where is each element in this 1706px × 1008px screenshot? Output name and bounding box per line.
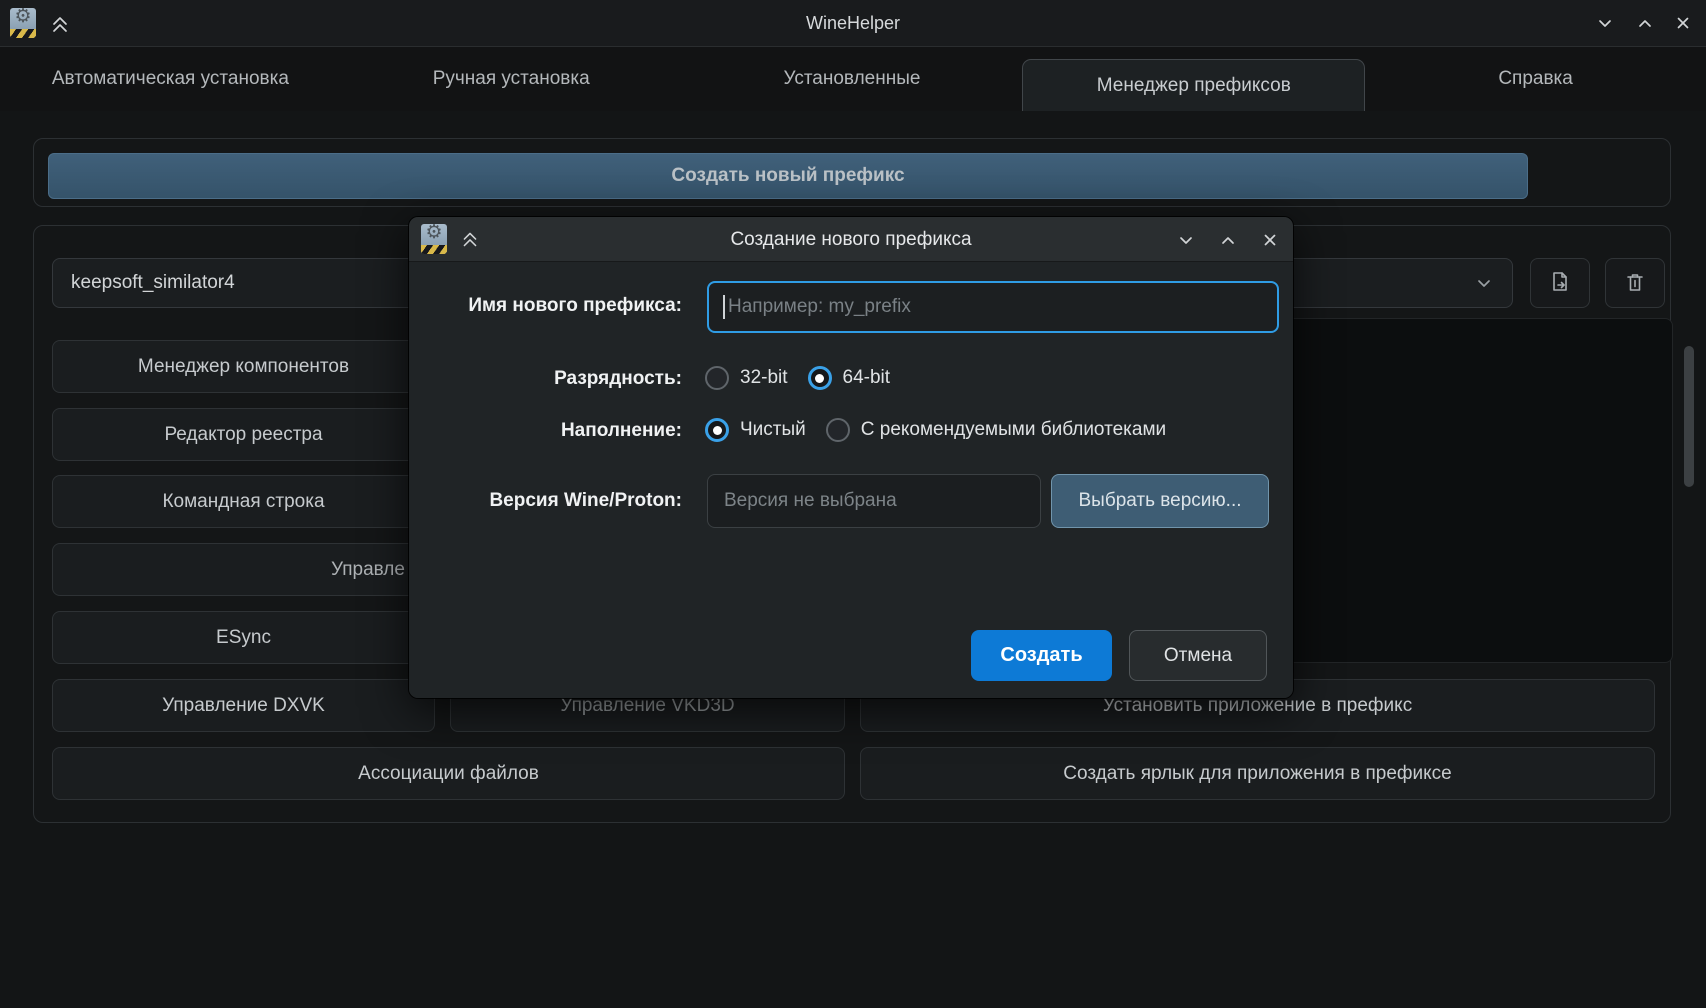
dialog-title: Создание нового префикса — [409, 217, 1293, 262]
chevron-up-icon — [1214, 226, 1242, 254]
bitness-options: 32-bit 64-bit — [705, 366, 890, 390]
prefix-name-input[interactable]: Например: my_prefix — [707, 281, 1279, 333]
window-title: WineHelper — [0, 0, 1706, 47]
dxvk-button[interactable]: Управление DXVK — [52, 679, 435, 732]
close-icon — [1256, 226, 1284, 254]
create-shortcut-button[interactable]: Создать ярлык для приложения в префиксе — [860, 747, 1655, 800]
fill-options: Чистый С рекомендуемыми библиотеками — [705, 418, 1166, 442]
radio-label: 64-bit — [843, 367, 891, 389]
radio-label: С рекомендуемыми библиотеками — [861, 419, 1166, 441]
radio-recommended-libs[interactable]: С рекомендуемыми библиотеками — [826, 418, 1166, 442]
tab-installed[interactable]: Установленные — [682, 47, 1023, 111]
fill-label: Наполнение: — [409, 420, 682, 442]
dialog-cancel-button[interactable]: Отмена — [1129, 630, 1267, 681]
close-icon — [1669, 9, 1697, 37]
radio-64bit[interactable]: 64-bit — [808, 366, 891, 390]
file-associations-button[interactable]: Ассоциации файлов — [52, 747, 845, 800]
create-new-prefix-button[interactable]: Создать новый префикс — [48, 153, 1528, 199]
tab-bar: Автоматическая установка Ручная установк… — [0, 47, 1706, 111]
radio-label: 32-bit — [740, 367, 788, 389]
chevron-down-icon — [1172, 226, 1200, 254]
dialog-close-button[interactable] — [1256, 226, 1284, 254]
close-button[interactable] — [1669, 9, 1697, 37]
text-caret — [723, 295, 725, 319]
chevron-down-icon — [1472, 271, 1496, 295]
vertical-scrollbar-thumb[interactable] — [1684, 346, 1694, 487]
export-prefix-button[interactable] — [1530, 258, 1590, 308]
trash-icon — [1620, 268, 1650, 298]
dialog-body: Имя нового префикса: Например: my_prefix… — [409, 262, 1293, 698]
registry-editor-button[interactable]: Редактор реестра — [52, 408, 435, 461]
radio-icon — [705, 418, 729, 442]
esync-button[interactable]: ESync — [52, 611, 435, 664]
tab-help[interactable]: Справка — [1365, 47, 1706, 111]
tab-prefix-manager[interactable]: Менеджер префиксов — [1022, 59, 1365, 111]
window-titlebar: ⚙ WineHelper — [0, 0, 1706, 47]
bitness-label: Разрядность: — [409, 368, 682, 390]
radio-icon — [705, 366, 729, 390]
prefix-name-placeholder: Например: my_prefix — [728, 296, 911, 318]
chevron-down-icon — [1591, 9, 1619, 37]
chevron-up-icon — [1631, 9, 1659, 37]
component-manager-button[interactable]: Менеджер компонентов — [52, 340, 435, 393]
file-export-icon — [1545, 268, 1575, 298]
dialog-maximize-button[interactable] — [1214, 226, 1242, 254]
wine-version-label: Версия Wine/Proton: — [409, 490, 682, 512]
dialog-titlebar: ⚙ Создание нового префикса — [409, 217, 1293, 262]
radio-label: Чистый — [740, 419, 806, 441]
radio-icon — [826, 418, 850, 442]
command-line-button[interactable]: Командная строка — [52, 475, 435, 528]
dialog-create-button[interactable]: Создать — [971, 630, 1112, 681]
winehelper-window: ⚙ WineHelper Автоматическая установка Ру… — [0, 0, 1706, 1008]
prefix-name-label: Имя нового префикса: — [409, 295, 682, 317]
create-prefix-dialog: ⚙ Создание нового префикса Имя нового пр… — [409, 217, 1293, 698]
choose-version-button[interactable]: Выбрать версию... — [1051, 474, 1269, 528]
delete-prefix-button[interactable] — [1605, 258, 1665, 308]
minimize-button[interactable] — [1591, 9, 1619, 37]
radio-icon — [808, 366, 832, 390]
tab-manual-install[interactable]: Ручная установка — [341, 47, 682, 111]
wine-version-field[interactable]: Версия не выбрана — [707, 474, 1041, 528]
dialog-minimize-button[interactable] — [1172, 226, 1200, 254]
radio-32bit[interactable]: 32-bit — [705, 366, 788, 390]
tab-auto-install[interactable]: Автоматическая установка — [0, 47, 341, 111]
radio-clean[interactable]: Чистый — [705, 418, 806, 442]
maximize-button[interactable] — [1631, 9, 1659, 37]
